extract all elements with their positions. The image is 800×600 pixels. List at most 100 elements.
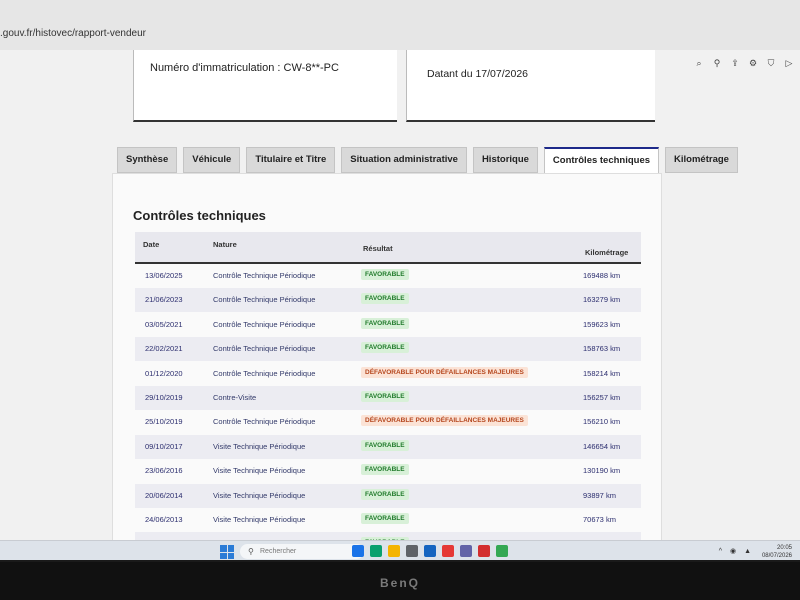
column-nature: Nature bbox=[213, 240, 237, 249]
row-nature: Contrôle Technique Périodique bbox=[213, 295, 316, 305]
settings-icon[interactable]: ⚙ bbox=[748, 58, 758, 68]
row-nature: Contrôle Technique Périodique bbox=[213, 271, 316, 280]
table-row: 01/12/2020 Contrôle Technique Périodique D… bbox=[135, 362, 641, 386]
taskbar-app-icon[interactable] bbox=[460, 545, 472, 557]
shield-icon[interactable]: ⛉ bbox=[766, 58, 776, 68]
row-km: 156210 km bbox=[583, 417, 621, 427]
taskbar-search-placeholder: Rechercher bbox=[260, 548, 297, 555]
result-badge: FAVORABLE bbox=[361, 293, 409, 305]
taskbar-app-icon[interactable] bbox=[352, 545, 364, 557]
row-km: 159623 km bbox=[583, 319, 621, 329]
row-nature: Contrôle Technique Périodique bbox=[213, 368, 316, 378]
report-date-label: Datant du 17/07/2026 bbox=[427, 68, 529, 80]
result-badge: DÉFAVORABLE POUR DÉFAILLANCES MAJEURES bbox=[361, 366, 528, 378]
row-nature: Contre-Visite bbox=[213, 393, 257, 402]
column-km: Kilométrage bbox=[585, 248, 629, 257]
page: Numéro d'immatriculation : CW-8**-PC Dat… bbox=[0, 50, 800, 560]
table-row: 22/02/2021 Contrôle Technique Périodique F… bbox=[135, 337, 641, 362]
date-box: Datant du 17/07/2026 bbox=[406, 50, 655, 122]
taskbar-apps bbox=[352, 545, 508, 557]
row-nature: Contrôle Technique Périodique bbox=[213, 417, 316, 427]
clock-date: 08/07/2026 bbox=[761, 553, 792, 559]
system-clock[interactable]: 20:05 08/07/2026 bbox=[762, 544, 792, 560]
immatriculation-label: Numéro d'immatriculation : CW-8**-PC bbox=[150, 62, 339, 74]
table-row: 13/06/2025 Contrôle Technique Périodique F… bbox=[135, 264, 641, 288]
table-row: 25/10/2019 Contrôle Technique Périodique D… bbox=[135, 410, 641, 434]
monitor-bezel: BenQ bbox=[0, 562, 800, 600]
row-date: 23/06/2016 bbox=[145, 466, 183, 476]
row-nature: Visite Technique Périodique bbox=[213, 441, 306, 451]
tab-3[interactable]: Situation administrative bbox=[341, 147, 467, 173]
column-result: Résultat bbox=[363, 244, 393, 253]
taskbar-app-icon[interactable] bbox=[442, 545, 454, 557]
browser-toolbar-icons: ⌕ ⚲ ⇪ ⚙ ⛉ ▷ bbox=[694, 58, 794, 68]
taskbar-app-icon[interactable] bbox=[370, 545, 382, 557]
row-nature: Contrôle Technique Périodique bbox=[213, 344, 316, 354]
table-row: 24/06/2013 Visite Technique Périodique FAV… bbox=[135, 508, 641, 532]
row-km: 163279 km bbox=[583, 295, 621, 305]
taskbar-app-icon[interactable] bbox=[406, 545, 418, 557]
tab-2[interactable]: Titulaire et Titre bbox=[246, 147, 336, 173]
result-badge: FAVORABLE bbox=[361, 439, 409, 451]
table-row: 20/06/2014 Visite Technique Périodique FAV… bbox=[135, 483, 641, 508]
section-title: Contrôles techniques bbox=[133, 208, 266, 223]
immatriculation-box: Numéro d'immatriculation : CW-8**-PC bbox=[133, 50, 397, 122]
taskbar-app-icon[interactable] bbox=[424, 545, 436, 557]
row-km: 146654 km bbox=[583, 441, 621, 451]
result-badge: FAVORABLE bbox=[361, 317, 409, 329]
row-nature: Visite Technique Périodique bbox=[213, 466, 306, 476]
row-km: 158214 km bbox=[583, 368, 621, 378]
table-row: 21/06/2023 Contrôle Technique Périodique F… bbox=[135, 288, 641, 313]
clock-time: 20:05 bbox=[776, 545, 792, 551]
table-row: 29/10/2019 Contre-Visite FAVORABLE 156257 k… bbox=[135, 386, 641, 410]
monitor-brand-logo: BenQ bbox=[379, 576, 420, 590]
tab-1[interactable]: Véhicule bbox=[183, 147, 241, 173]
start-button[interactable] bbox=[220, 545, 234, 559]
tab-4[interactable]: Historique bbox=[472, 147, 538, 173]
search-icon[interactable]: ⚲ bbox=[712, 58, 722, 68]
row-date: 03/05/2021 bbox=[145, 319, 183, 329]
url-text[interactable]: .gouv.fr/histovec/rapport-vendeur bbox=[0, 28, 146, 39]
row-km: 70673 km bbox=[583, 515, 616, 524]
tab-5[interactable]: Contrôles techniques bbox=[543, 147, 660, 174]
zoom-icon[interactable]: ⌕ bbox=[694, 58, 704, 68]
play-icon[interactable]: ▷ bbox=[784, 58, 794, 68]
row-km: 156257 km bbox=[583, 393, 621, 402]
result-badge: FAVORABLE bbox=[361, 513, 409, 524]
result-badge: FAVORABLE bbox=[361, 391, 409, 402]
row-date: 09/10/2017 bbox=[145, 441, 183, 451]
row-date: 24/06/2013 bbox=[145, 515, 183, 524]
taskbar-app-icon[interactable] bbox=[388, 545, 400, 557]
row-date: 01/12/2020 bbox=[145, 368, 183, 378]
tab-0[interactable]: Synthèse bbox=[117, 147, 178, 173]
row-date: 29/10/2019 bbox=[145, 393, 183, 402]
row-km: 130190 km bbox=[583, 466, 621, 476]
column-date: Date bbox=[143, 240, 160, 249]
share-icon[interactable]: ⇪ bbox=[730, 58, 740, 68]
system-tray-icons[interactable]: ^ ◉ ▲ bbox=[719, 547, 754, 555]
table-row: 03/05/2021 Contrôle Technique Périodique F… bbox=[135, 313, 641, 337]
row-nature: Contrôle Technique Périodique bbox=[213, 319, 316, 329]
row-date: 25/10/2019 bbox=[145, 417, 183, 427]
screen: .gouv.fr/histovec/rapport-vendeur Numéro… bbox=[0, 0, 800, 560]
taskbar: ⚲ Rechercher ^ ◉ ▲ 20:05 08/07/2026 bbox=[0, 540, 800, 560]
tab-6[interactable]: Kilométrage bbox=[665, 147, 738, 173]
taskbar-app-icon[interactable] bbox=[478, 545, 490, 557]
result-badge: DÉFAVORABLE POUR DÉFAILLANCES MAJEURES bbox=[361, 415, 528, 427]
result-badge: FAVORABLE bbox=[361, 342, 409, 354]
row-nature: Visite Technique Périodique bbox=[213, 515, 306, 524]
row-date: 21/06/2023 bbox=[145, 295, 183, 305]
tab-bar: Synthèse Véhicule Titulaire et Titre Situat… bbox=[117, 147, 738, 174]
table-header: Date Nature Résultat Kilométrage bbox=[135, 232, 641, 264]
search-icon: ⚲ bbox=[248, 547, 254, 556]
taskbar-search[interactable]: ⚲ Rechercher bbox=[240, 544, 364, 559]
row-date: 20/06/2014 bbox=[145, 490, 183, 500]
row-date: 22/02/2021 bbox=[145, 344, 183, 354]
result-badge: FAVORABLE bbox=[361, 269, 409, 280]
taskbar-app-icon[interactable] bbox=[496, 545, 508, 557]
result-badge: FAVORABLE bbox=[361, 488, 409, 500]
row-nature: Visite Technique Périodique bbox=[213, 490, 306, 500]
browser-address-bar: .gouv.fr/histovec/rapport-vendeur bbox=[0, 0, 800, 51]
table-row: 09/10/2017 Visite Technique Périodique FAV… bbox=[135, 434, 641, 459]
row-km: 169488 km bbox=[583, 271, 621, 280]
